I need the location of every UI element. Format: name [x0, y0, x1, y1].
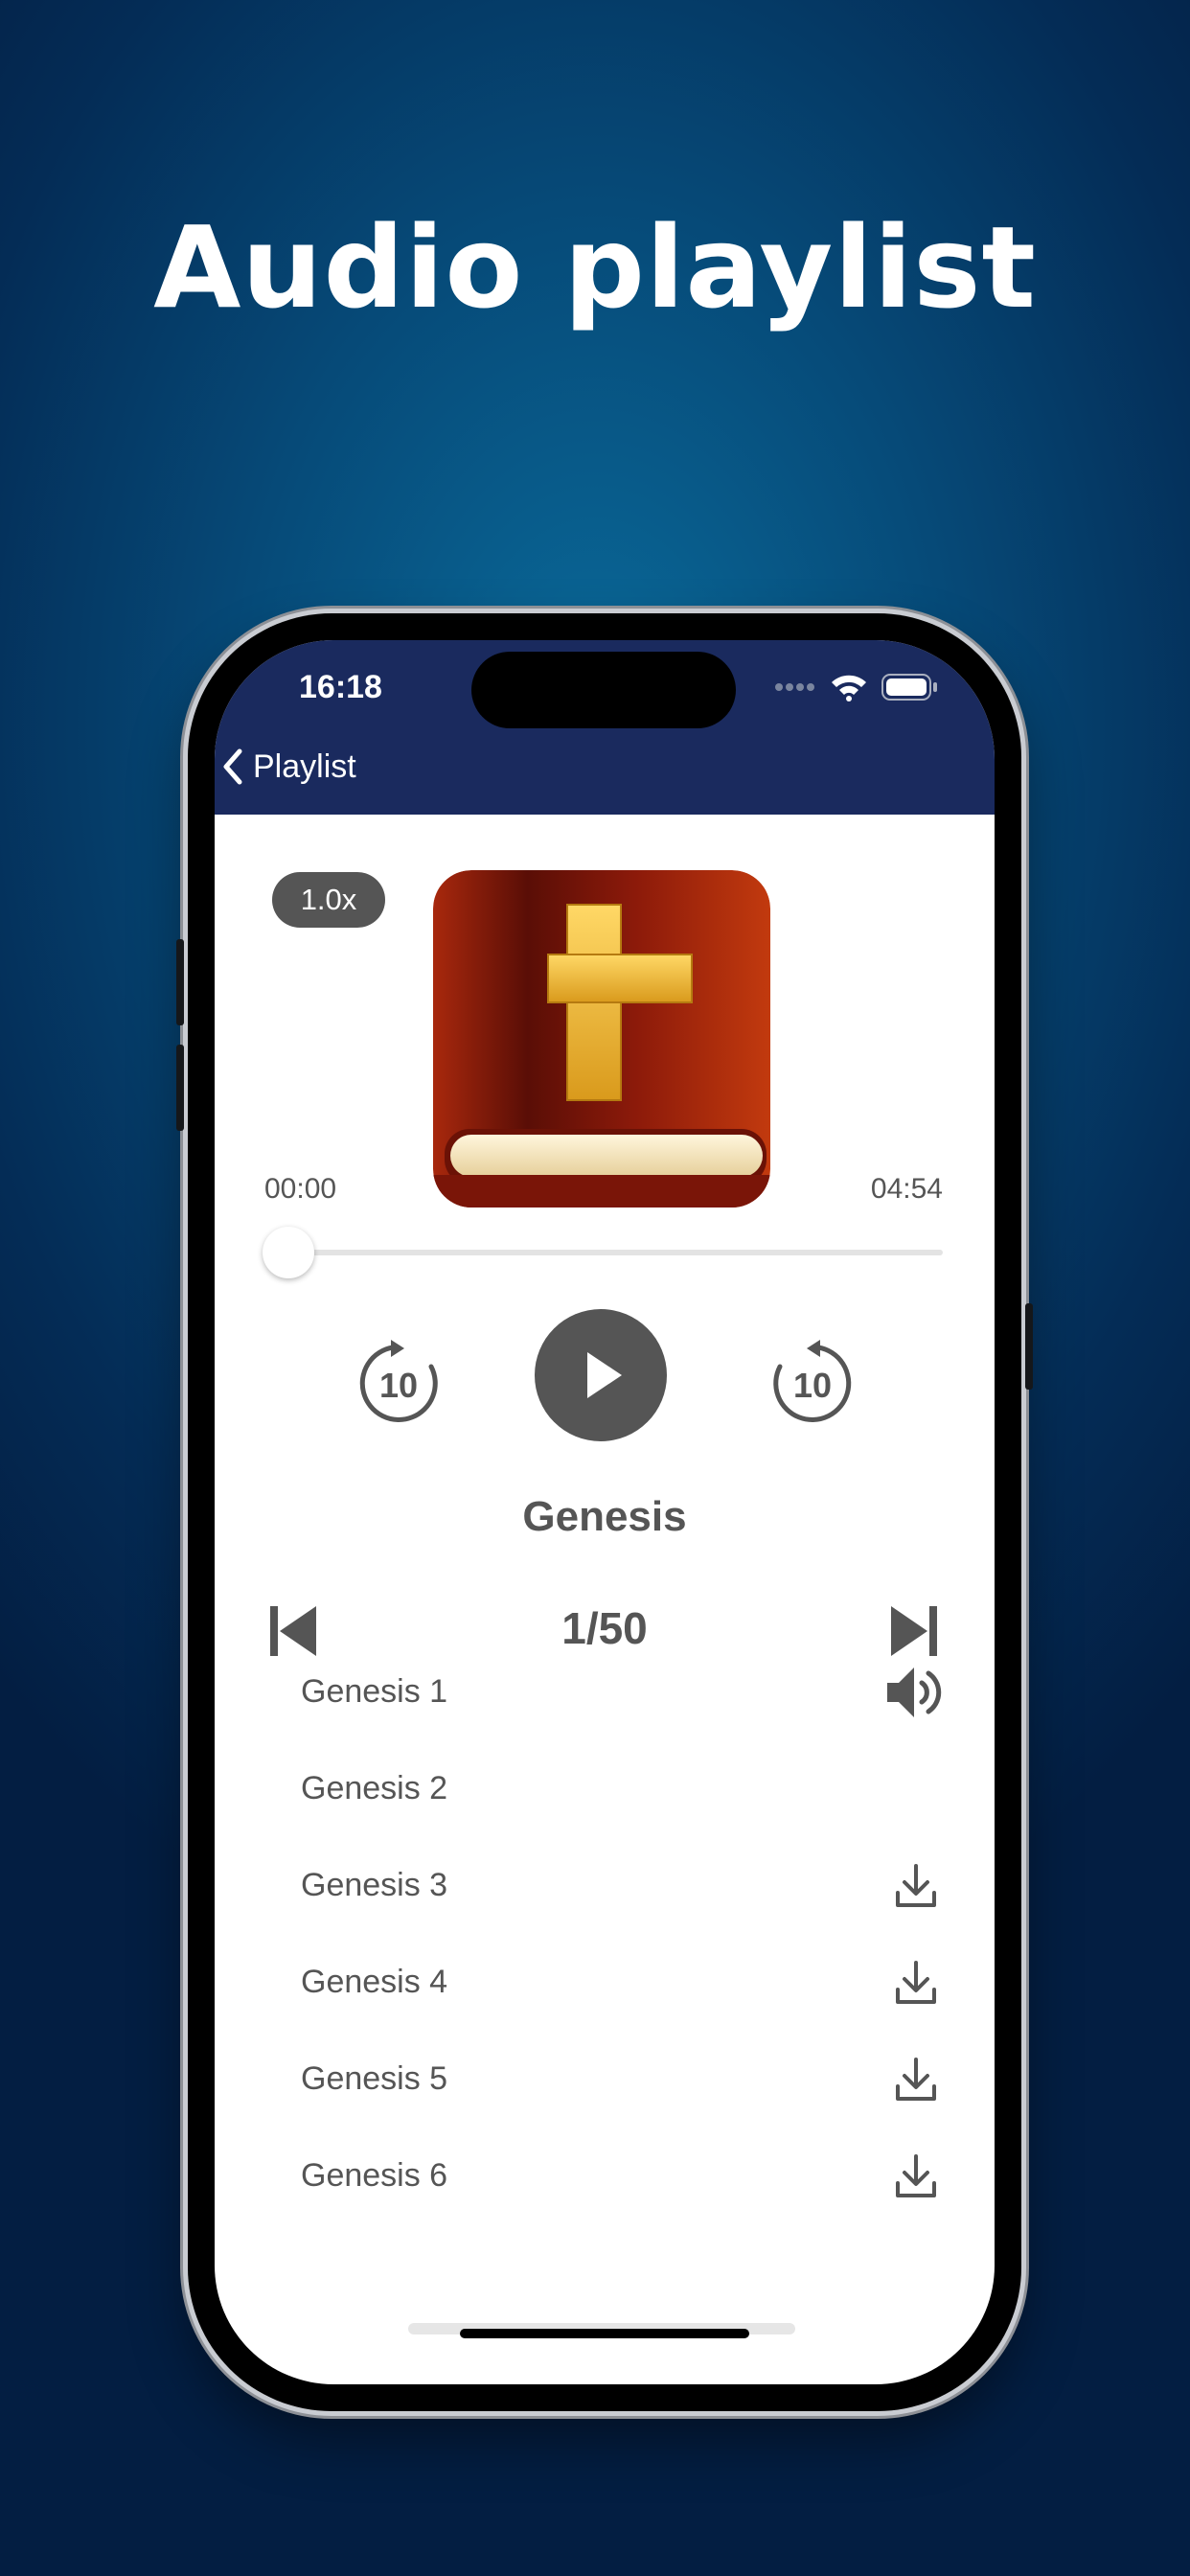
play-icon	[587, 1352, 622, 1398]
download-icon[interactable]	[885, 2049, 947, 2110]
total-duration: 04:54	[870, 1173, 943, 1205]
signal-dots-icon	[775, 683, 814, 691]
status-time: 16:18	[299, 669, 382, 705]
elapsed-time: 00:00	[264, 1173, 337, 1205]
skip-forward-button[interactable]: 10	[767, 1338, 858, 1430]
chapter-label: Genesis 5	[301, 2060, 448, 2097]
side-button	[176, 939, 184, 1025]
navigation-bar: 16:18 Playlist	[215, 640, 995, 815]
download-icon[interactable]	[885, 1855, 947, 1917]
list-item[interactable]: Genesis 6	[215, 2128, 995, 2224]
book-cover-image	[433, 870, 770, 1208]
speaker-icon	[885, 1662, 947, 1723]
list-item[interactable]: Genesis 5	[215, 2032, 995, 2128]
download-icon[interactable]	[885, 1952, 947, 2013]
book-title: Genesis	[522, 1493, 687, 1540]
battery-icon	[881, 674, 937, 701]
play-button[interactable]	[535, 1309, 667, 1441]
status-icons	[774, 673, 939, 702]
phone-frame: 16:18 Playlist 1.0x 00:00 04:54 10 10 Ge…	[176, 613, 1033, 2411]
chapter-label: Genesis 4	[301, 1964, 448, 2000]
progress-slider-handle[interactable]	[263, 1227, 314, 1278]
list-item[interactable]: Genesis 3	[215, 1838, 995, 1934]
dynamic-island	[471, 652, 736, 728]
side-button	[1025, 1303, 1033, 1390]
list-item[interactable]: Genesis 4	[215, 1935, 995, 2031]
side-button	[176, 1045, 184, 1131]
back-label: Playlist	[253, 748, 356, 785]
home-indicator[interactable]	[460, 2329, 749, 2338]
back-button[interactable]: Playlist	[220, 748, 356, 786]
chevron-left-icon	[223, 748, 242, 785]
skip-back-button[interactable]: 10	[353, 1338, 445, 1430]
chapter-label: Genesis 1	[301, 1673, 448, 1710]
list-item[interactable]: Genesis 2	[215, 1741, 995, 1837]
chapter-label: Genesis 6	[301, 2157, 448, 2194]
download-icon[interactable]	[885, 2146, 947, 2207]
app-screen: 16:18 Playlist 1.0x 00:00 04:54 10 10 Ge…	[215, 640, 995, 2384]
rewind-10-icon: 10	[359, 1340, 438, 1422]
chapter-label: Genesis 2	[301, 1770, 448, 1806]
wifi-icon	[832, 675, 866, 702]
forward-10-icon: 10	[773, 1340, 852, 1422]
bible-cross-icon	[433, 870, 770, 1208]
playback-speed-button[interactable]: 1.0x	[272, 872, 385, 928]
skip-forward-seconds: 10	[793, 1366, 832, 1405]
chapter-label: Genesis 3	[301, 1867, 448, 1903]
progress-track[interactable]	[270, 1250, 943, 1255]
skip-back-seconds: 10	[379, 1366, 418, 1405]
headline: Audio playlist	[153, 201, 1037, 334]
list-item[interactable]: Genesis 1	[215, 1644, 995, 1740]
